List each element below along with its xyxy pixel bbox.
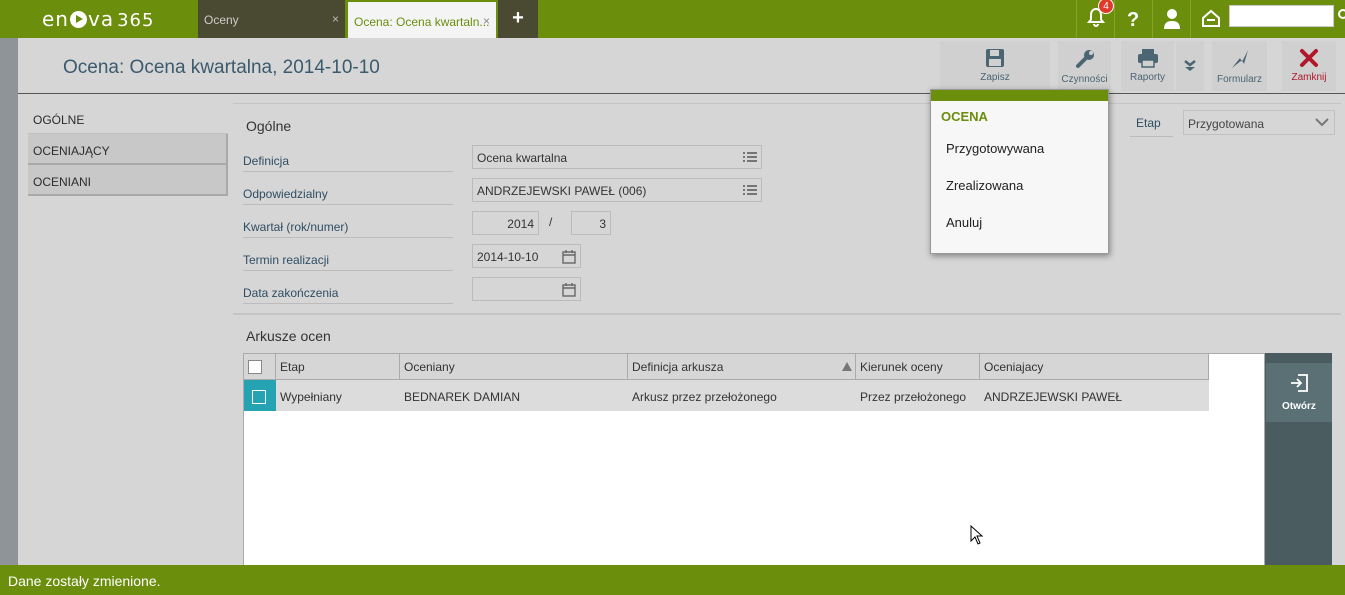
open-button[interactable]: Otwórz	[1266, 363, 1332, 422]
deadline-label: Termin realizacji	[243, 243, 453, 271]
column-header-definicja[interactable]: Definicja arkusza	[628, 354, 856, 380]
printer-icon	[1137, 49, 1158, 68]
etap-label: Etap	[1130, 113, 1173, 137]
responsible-field[interactable]: ANDRZEJEWSKI PAWEŁ (006)	[472, 178, 762, 202]
floppy-icon	[986, 49, 1004, 67]
table-row[interactable]: Wypełniany BEDNAREK DAMIAN Arkusz przez …	[244, 380, 1209, 411]
page-title: Ocena: Ocena kwartalna, 2014-10-10	[63, 57, 380, 78]
app-logo[interactable]: en va 365	[42, 7, 154, 31]
mouse-pointer-icon	[970, 525, 984, 545]
etap-select[interactable]: Przygotowana	[1183, 110, 1335, 135]
chevron-down-icon	[1184, 60, 1196, 71]
menu-title: OCENA	[941, 109, 988, 124]
user-icon	[1164, 9, 1180, 29]
quarter-separator: /	[549, 215, 553, 229]
quarter-year-field[interactable]: 2014	[472, 211, 539, 235]
list-icon[interactable]	[743, 184, 757, 196]
sheets-grid: Etap Oceniany Definicja arkusza Kierunek…	[243, 353, 1265, 567]
row-checkbox[interactable]	[252, 390, 266, 404]
section-title: Ogólne	[246, 118, 292, 134]
add-tab-button[interactable]: +	[498, 0, 538, 38]
save-button[interactable]: Zapisz	[940, 41, 1050, 91]
search-input[interactable]	[1229, 5, 1334, 27]
section-nav: OGÓLNE OCENIAJĄCY OCENIANI	[28, 103, 228, 196]
sheets-panel: Arkusze ocen Etap Oceniany Definicja ark…	[233, 313, 1341, 567]
actions-button[interactable]: Czynności	[1058, 41, 1111, 91]
left-strip	[0, 38, 18, 565]
chevron-down-icon	[1315, 118, 1329, 127]
menu-accent-bar	[931, 90, 1108, 101]
menu-item-przygotowywana[interactable]: Przygotowywana	[931, 131, 1108, 168]
nav-item-oceniani[interactable]: OCENIANI	[28, 165, 228, 196]
enter-icon	[1291, 374, 1308, 392]
tab-oceny[interactable]: Oceny ×	[198, 0, 345, 38]
section-title: Arkusze ocen	[246, 328, 331, 344]
notification-badge: 4	[1098, 0, 1114, 14]
cell-oceniajacy: ANDRZEJEWSKI PAWEŁ	[984, 390, 1123, 404]
question-icon: ?	[1127, 9, 1139, 30]
select-all-cell[interactable]	[244, 354, 276, 380]
responsible-label: Odpowiedzialny	[243, 177, 453, 205]
calendar-icon[interactable]	[562, 283, 576, 297]
column-header-oceniany[interactable]: Oceniany	[400, 354, 628, 380]
select-all-checkbox[interactable]	[248, 360, 262, 374]
row-select-cell[interactable]	[244, 380, 276, 411]
cell-oceniany: BEDNAREK DAMIAN	[404, 390, 521, 404]
more-button[interactable]	[1176, 41, 1204, 91]
page-header: Ocena: Ocena kwartalna, 2014-10-10 Zapis…	[18, 38, 1345, 94]
deadline-field[interactable]: 2014-10-10	[472, 244, 581, 268]
form-button[interactable]: Formularz	[1212, 41, 1267, 91]
close-tab-icon[interactable]: ×	[332, 12, 339, 26]
end-date-field[interactable]	[472, 277, 581, 301]
status-bar: Dane zostały zmienione.	[0, 565, 1345, 595]
help-button[interactable]: ?	[1114, 0, 1152, 38]
notifications-button[interactable]: 4	[1076, 0, 1114, 38]
close-icon	[1300, 49, 1318, 67]
home-button[interactable]	[1190, 0, 1228, 38]
close-tab-icon[interactable]: ×	[483, 14, 490, 28]
tab-ocena-kwartalna[interactable]: Ocena: Ocena kwartaln... ×	[348, 0, 496, 38]
nav-item-ogolne[interactable]: OGÓLNE	[28, 103, 228, 134]
grid-header: Etap Oceniany Definicja arkusza Kierunek…	[244, 354, 1209, 380]
definition-field[interactable]: Ocena kwartalna	[472, 145, 762, 169]
wrench-icon	[1075, 50, 1094, 68]
cell-kierunek: Przez przełożonego	[860, 390, 967, 404]
etap-menu: OCENA Przygotowywana Zrealizowana Anuluj	[930, 89, 1109, 254]
nav-item-oceniajacy[interactable]: OCENIAJĄCY	[28, 134, 228, 165]
column-header-oceniajacy[interactable]: Oceniajacy	[980, 354, 1209, 380]
quarter-label: Kwartał (rok/numer)	[243, 210, 453, 238]
search-icon[interactable]	[1338, 9, 1345, 19]
top-bar: en va 365 Oceny × Ocena: Ocena kwartaln...…	[0, 0, 1345, 38]
column-header-etap[interactable]: Etap	[276, 354, 400, 380]
quarter-number-field[interactable]: 3	[571, 211, 611, 235]
definition-label: Definicja	[243, 144, 453, 172]
calendar-icon[interactable]	[562, 250, 576, 264]
user-button[interactable]	[1152, 0, 1190, 38]
cell-definicja: Arkusz przez przełożonego	[632, 390, 777, 404]
reports-button[interactable]: Raporty	[1121, 41, 1174, 91]
general-panel: Ogólne Definicja Ocena kwartalna Odpowie…	[233, 103, 1341, 308]
list-icon[interactable]	[743, 151, 757, 163]
column-header-kierunek[interactable]: Kierunek oceny	[856, 354, 980, 380]
cell-etap: Wypełniany	[280, 390, 342, 404]
lightning-icon	[1231, 50, 1248, 68]
menu-item-zrealizowana[interactable]: Zrealizowana	[931, 168, 1108, 205]
home-icon	[1202, 9, 1220, 27]
grid-actions-panel: Otwórz	[1265, 353, 1332, 567]
logo-play-icon	[69, 11, 87, 28]
close-button[interactable]: Zamknij	[1282, 41, 1336, 91]
menu-item-anuluj[interactable]: Anuluj	[931, 205, 1108, 242]
end-date-label: Data zakończenia	[243, 276, 453, 304]
sort-asc-icon	[842, 362, 852, 371]
svg-text:?: ?	[1127, 9, 1139, 30]
